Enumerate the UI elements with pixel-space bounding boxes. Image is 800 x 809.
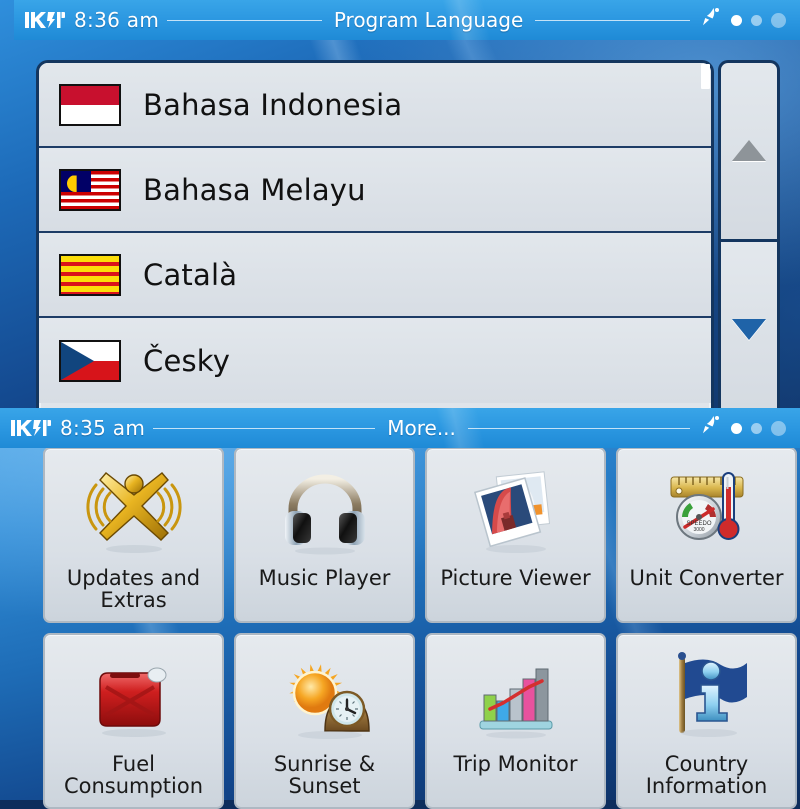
triangle-down-icon bbox=[732, 318, 766, 340]
photos-icon bbox=[466, 457, 566, 565]
status-icons bbox=[698, 415, 786, 441]
jerry-can-icon bbox=[84, 643, 184, 751]
list-item[interactable]: Bahasa Melayu bbox=[39, 148, 711, 233]
tile-label: Trip Monitor bbox=[453, 752, 578, 776]
tile-fuel-consumption[interactable]: Fuel Consumption bbox=[43, 633, 224, 809]
flag-malaysia-icon bbox=[59, 168, 121, 211]
title-rule-right bbox=[467, 427, 691, 429]
tile-updates-and-extras[interactable]: Updates and Extras bbox=[43, 447, 224, 623]
battery-dot-2 bbox=[751, 422, 762, 434]
list-item[interactable]: Bahasa Indonesia bbox=[39, 63, 711, 148]
igo-logo-icon bbox=[8, 418, 54, 438]
status-bar: 8:36 am Program Language bbox=[14, 0, 800, 40]
updates-extras-icon bbox=[84, 457, 184, 565]
title-container: Program Language bbox=[159, 8, 698, 32]
list-item-label: Bahasa Melayu bbox=[143, 172, 366, 207]
tile-label: Sunrise & Sunset bbox=[273, 752, 376, 799]
clock-label: 8:35 am bbox=[60, 416, 146, 440]
title-rule-left bbox=[167, 19, 322, 21]
headphones-icon bbox=[275, 457, 375, 565]
battery-dot-1 bbox=[731, 422, 742, 434]
title-rule-right bbox=[535, 19, 690, 21]
tile-country-information[interactable]: Country Information bbox=[616, 633, 797, 809]
tile-label: Fuel Consumption bbox=[63, 752, 204, 799]
tile-label: Unit Converter bbox=[629, 566, 784, 590]
tile-sunrise-sunset[interactable]: Sunrise & Sunset bbox=[234, 633, 415, 809]
list-item[interactable]: Česky bbox=[39, 318, 711, 403]
list-item-label: Català bbox=[143, 257, 238, 292]
clock-label: 8:36 am bbox=[74, 8, 160, 32]
title-container: More... bbox=[145, 416, 698, 440]
battery-dot-3 bbox=[771, 12, 786, 28]
list-item-label: Bahasa Indonesia bbox=[143, 87, 403, 122]
list-item[interactable]: Català bbox=[39, 233, 711, 318]
battery-dot-1 bbox=[731, 14, 742, 26]
tile-music-player[interactable]: Music Player bbox=[234, 447, 415, 623]
scroll-down-button[interactable] bbox=[718, 240, 780, 408]
tile-label: Country Information bbox=[645, 752, 768, 799]
sun-clock-icon bbox=[275, 643, 375, 751]
scrollbar[interactable] bbox=[718, 60, 780, 408]
status-icons bbox=[698, 7, 786, 33]
flag-czech-icon bbox=[59, 339, 121, 382]
ruler-thermometer-icon: SPEEDO 3000 bbox=[657, 457, 757, 565]
bar-chart-icon bbox=[466, 643, 566, 751]
satellite-dish-icon bbox=[698, 415, 722, 441]
triangle-up-icon bbox=[732, 140, 766, 162]
language-list[interactable]: Bahasa Indonesia Bahasa Melayu Català Če… bbox=[36, 60, 714, 408]
tile-trip-monitor[interactable]: Trip Monitor bbox=[425, 633, 606, 809]
info-flag-icon bbox=[657, 643, 757, 751]
tile-label: Updates and Extras bbox=[66, 566, 201, 613]
program-language-screen: 8:36 am Program Language Bahasa Indonesi… bbox=[0, 0, 800, 408]
tile-picture-viewer[interactable]: Picture Viewer bbox=[425, 447, 606, 623]
page-title: More... bbox=[387, 416, 456, 440]
tile-unit-converter[interactable]: SPEEDO 3000 Unit Converter bbox=[616, 447, 797, 623]
scroll-position-indicator bbox=[701, 64, 710, 89]
scroll-up-button[interactable] bbox=[718, 60, 780, 241]
page-title: Program Language bbox=[333, 8, 524, 32]
battery-dot-2 bbox=[751, 14, 762, 26]
satellite-dish-icon bbox=[698, 7, 722, 33]
tile-label: Picture Viewer bbox=[440, 566, 591, 590]
igo-logo-icon bbox=[22, 10, 68, 30]
status-bar: 8:35 am More... bbox=[0, 408, 800, 448]
svg-text:3000: 3000 bbox=[693, 527, 704, 533]
battery-dot-3 bbox=[771, 420, 786, 436]
title-rule-left bbox=[153, 427, 376, 429]
flag-catalonia-icon bbox=[59, 253, 121, 296]
list-item-label: Česky bbox=[143, 343, 231, 378]
flag-indonesia-icon bbox=[59, 83, 121, 126]
more-menu-grid: Updates and Extras Music Player Picture … bbox=[43, 447, 800, 809]
tile-label: Music Player bbox=[258, 566, 391, 590]
